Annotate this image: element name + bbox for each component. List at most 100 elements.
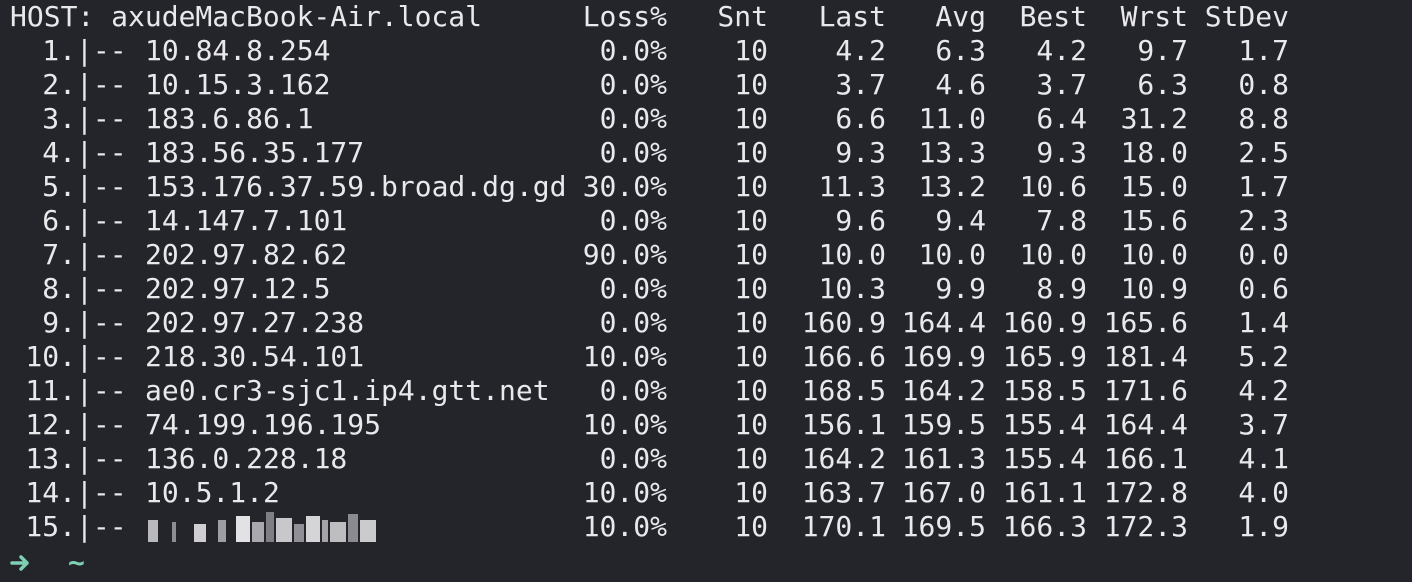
wrst-value: 10.0 [1120, 238, 1188, 271]
avg-value: 6.3 [935, 34, 986, 67]
stdev-value: 4.0 [1238, 476, 1289, 509]
wrst-value: 166.1 [1103, 442, 1188, 475]
best-value: 8.9 [1036, 272, 1087, 305]
loss-value: 0.0% [599, 136, 667, 169]
hop-host: 10.15.3.162 [145, 68, 331, 101]
best-value: 155.4 [1002, 408, 1087, 441]
stdev-value: 1.7 [1238, 170, 1289, 203]
avg-value: 169.5 [901, 510, 986, 543]
hop-separator: |-- [76, 136, 127, 169]
hop-host: 153.176.37.59.broad.dg.gd [145, 170, 567, 203]
hop-separator: |-- [76, 510, 127, 543]
best-value: 165.9 [1002, 340, 1087, 373]
stdev-value: 3.7 [1238, 408, 1289, 441]
hop-number: 1. [42, 34, 76, 67]
hop-number: 5. [42, 170, 76, 203]
avg-value: 159.5 [901, 408, 986, 441]
last-value: 166.6 [801, 340, 886, 373]
stdev-value: 1.7 [1238, 34, 1289, 67]
hop-host: 183.6.86.1 [145, 102, 314, 135]
hop-separator: |-- [76, 408, 127, 441]
loss-value: 90.0% [582, 238, 667, 271]
wrst-value: 18.0 [1120, 136, 1188, 169]
arrow-right-icon [10, 555, 29, 571]
loss-value: 0.0% [599, 374, 667, 407]
avg-value: 10.0 [918, 238, 986, 271]
last-value: 11.3 [818, 170, 886, 203]
avg-value: 9.4 [935, 204, 986, 237]
column-header-stdev: StDev [1204, 0, 1289, 33]
hop-number: 13. [25, 442, 76, 475]
hop-host: 202.97.27.238 [145, 306, 365, 339]
best-value: 10.6 [1019, 170, 1087, 203]
hop-separator: |-- [76, 34, 127, 67]
loss-value: 0.0% [599, 442, 667, 475]
last-value: 10.0 [818, 238, 886, 271]
hop-separator: |-- [76, 204, 127, 237]
loss-value: 10.0% [582, 408, 667, 441]
stdev-value: 4.1 [1238, 442, 1289, 475]
column-header-loss: Loss% [582, 0, 667, 33]
best-value: 4.2 [1036, 34, 1087, 67]
terminal-window[interactable]: HOST: axudeMacBook-Air.local Loss% Snt L… [0, 0, 1412, 582]
snt-value: 10 [734, 170, 768, 203]
hop-host: 218.30.54.101 [145, 340, 365, 373]
wrst-value: 10.9 [1120, 272, 1188, 305]
hop-host: 202.97.12.5 [145, 272, 331, 305]
hop-number: 15. [25, 510, 76, 543]
best-value: 7.8 [1036, 204, 1087, 237]
hop-number: 11. [25, 374, 76, 407]
loss-value: 30.0% [582, 170, 667, 203]
wrst-value: 6.3 [1137, 68, 1188, 101]
loss-value: 10.0% [582, 510, 667, 543]
best-value: 158.5 [1002, 374, 1087, 407]
hop-number: 7. [42, 238, 76, 271]
snt-value: 10 [734, 238, 768, 271]
wrst-value: 9.7 [1137, 34, 1188, 67]
hop-host: 10.84.8.254 [145, 34, 331, 67]
best-value: 6.4 [1036, 102, 1087, 135]
best-value: 161.1 [1002, 476, 1087, 509]
avg-value: 164.4 [901, 306, 986, 339]
hop-separator: |-- [76, 374, 127, 407]
last-value: 9.6 [835, 204, 886, 237]
column-header-last: Last [818, 0, 886, 33]
snt-value: 10 [734, 68, 768, 101]
wrst-value: 165.6 [1103, 306, 1188, 339]
last-value: 156.1 [801, 408, 886, 441]
avg-value: 167.0 [901, 476, 986, 509]
avg-value: 9.9 [935, 272, 986, 305]
hop-host: 74.199.196.195 [145, 408, 382, 441]
snt-value: 10 [734, 510, 768, 543]
hop-separator: |-- [76, 442, 127, 475]
best-value: 9.3 [1036, 136, 1087, 169]
hop-number: 2. [42, 68, 76, 101]
last-value: 164.2 [801, 442, 886, 475]
best-value: 155.4 [1002, 442, 1087, 475]
stdev-value: 0.8 [1238, 68, 1289, 101]
hop-separator: |-- [76, 102, 127, 135]
last-value: 160.9 [801, 306, 886, 339]
hop-host: 202.97.82.62 [145, 238, 348, 271]
column-header-snt: Snt [717, 0, 768, 33]
hop-host: ae0.cr3-sjc1.ip4.gtt.net [145, 374, 550, 407]
last-value: 163.7 [801, 476, 886, 509]
loss-value: 0.0% [599, 102, 667, 135]
last-value: 170.1 [801, 510, 886, 543]
stdev-value: 5.2 [1238, 340, 1289, 373]
snt-value: 10 [734, 374, 768, 407]
hop-separator: |-- [76, 306, 127, 339]
header-row: HOST: axudeMacBook-Air.local Loss% Snt L… [0, 0, 1289, 34]
stdev-value: 4.2 [1238, 374, 1289, 407]
stdev-value: 0.6 [1238, 272, 1289, 305]
column-header-avg: Avg [935, 0, 986, 33]
hop-number: 14. [25, 476, 76, 509]
last-value: 10.3 [818, 272, 886, 305]
hop-number: 10. [25, 340, 76, 373]
column-header-wrst: Wrst [1120, 0, 1188, 33]
loss-value: 0.0% [599, 204, 667, 237]
stdev-value: 8.8 [1238, 102, 1289, 135]
wrst-value: 172.3 [1103, 510, 1188, 543]
hop-number: 4. [42, 136, 76, 169]
loss-value: 10.0% [582, 340, 667, 373]
